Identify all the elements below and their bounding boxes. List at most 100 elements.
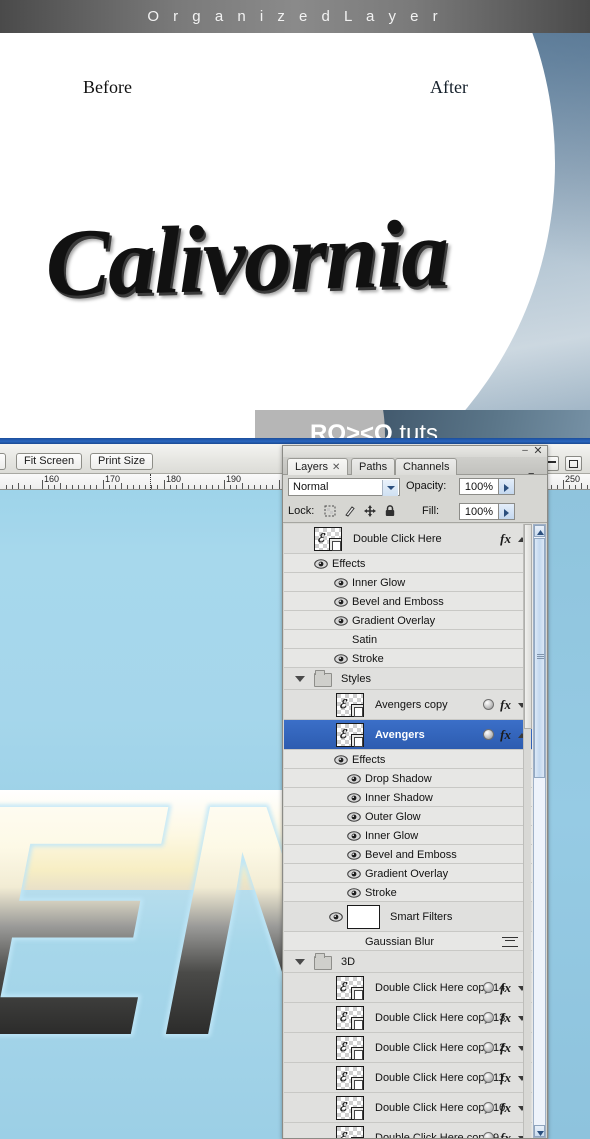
fx-icon[interactable]: fx [500, 1010, 511, 1026]
eye-icon[interactable] [347, 773, 363, 786]
table-row[interactable]: Drop Shadow [284, 769, 532, 788]
table-row[interactable]: Bevel and Emboss [284, 845, 532, 864]
layer-group-row[interactable]: Styles [284, 668, 532, 690]
layer-thumbnail[interactable]: ℰ [336, 1036, 364, 1060]
style-sphere-icon[interactable] [483, 1042, 494, 1053]
layer-thumbnail[interactable]: ℰ [336, 1126, 364, 1138]
chevron-down-icon[interactable] [382, 480, 398, 496]
canvas-right-strip [548, 490, 590, 1139]
scroll-up-button[interactable] [534, 525, 545, 537]
fx-icon[interactable]: fx [500, 1070, 511, 1086]
eye-icon[interactable] [329, 912, 345, 924]
table-row[interactable]: ℰ Double Click Here copy 12 fx [284, 1033, 532, 1063]
move-lock-icon[interactable] [363, 504, 377, 518]
smart-filter-mask-thumbnail[interactable] [347, 905, 380, 929]
eye-icon[interactable] [334, 615, 350, 628]
fill-input[interactable]: 100% [459, 503, 499, 520]
eye-icon[interactable] [347, 792, 363, 805]
fx-icon[interactable]: fx [500, 727, 511, 743]
table-row[interactable]: ℰ Double Click Here fx [284, 524, 532, 554]
scroll-down-button[interactable] [534, 1125, 545, 1137]
layer-thumbnail[interactable]: ℰ [336, 723, 364, 747]
panel-close-icon[interactable]: ✕ [533, 446, 543, 457]
layer-list-inner-scroll-thumb[interactable] [524, 524, 532, 729]
eye-icon[interactable] [334, 653, 350, 666]
fx-icon[interactable]: fx [500, 1040, 511, 1056]
fit-screen-button[interactable]: Fit Screen [16, 453, 83, 470]
opacity-input[interactable]: 100% [459, 478, 499, 495]
fx-icon[interactable]: fx [500, 1130, 511, 1138]
table-row[interactable]: Inner Glow [284, 826, 532, 845]
layer-thumbnail[interactable]: ℰ [336, 693, 364, 717]
layer-list-inner-scroll-track[interactable] [523, 524, 532, 1138]
eye-icon[interactable] [347, 868, 363, 881]
layer-thumbnail[interactable]: ℰ [336, 1006, 364, 1030]
panel-minimize-icon[interactable]: – [520, 446, 530, 456]
style-sphere-icon[interactable] [483, 729, 494, 740]
table-row[interactable]: ℰ Double Click Here copy 13 fx [284, 1003, 532, 1033]
filter-settings-icon[interactable] [502, 936, 518, 947]
style-sphere-icon[interactable] [483, 1102, 494, 1113]
tab-layers-close-icon[interactable]: ✕ [332, 462, 340, 473]
all-lock-icon[interactable] [383, 504, 397, 518]
style-sphere-icon[interactable] [483, 1012, 494, 1023]
print-size-button[interactable]: Print Size [90, 453, 154, 470]
table-row[interactable]: Smart Filters [284, 902, 532, 932]
layer-thumbnail[interactable]: ℰ [336, 1066, 364, 1090]
app-restore-button[interactable] [565, 456, 582, 471]
table-row[interactable]: Gaussian Blur [284, 932, 532, 951]
layers-scrollbar[interactable] [533, 524, 546, 1138]
style-sphere-icon[interactable] [483, 1072, 494, 1083]
table-row[interactable]: Satin [284, 630, 532, 649]
table-row[interactable]: Inner Glow [284, 573, 532, 592]
eye-icon[interactable] [334, 754, 350, 767]
table-row[interactable]: Gradient Overlay [284, 611, 532, 630]
style-sphere-icon[interactable] [483, 1132, 494, 1138]
fx-icon[interactable]: fx [500, 980, 511, 996]
layer-group-row[interactable]: 3D [284, 951, 532, 973]
transparency-lock-icon[interactable] [323, 504, 337, 518]
eye-icon[interactable] [347, 811, 363, 824]
style-sphere-icon[interactable] [483, 699, 494, 710]
table-row[interactable]: Outer Glow [284, 807, 532, 826]
eye-icon[interactable] [334, 596, 350, 609]
table-row[interactable]: Bevel and Emboss [284, 592, 532, 611]
table-row[interactable]: ℰ Avengers copy fx [284, 690, 532, 720]
layer-list[interactable]: ℰ Double Click Here fx Effects Inner Glow Bev… [284, 524, 546, 1138]
fx-icon[interactable]: fx [500, 1100, 511, 1116]
group-expand-triangle-icon[interactable] [295, 676, 305, 682]
layer-thumbnail[interactable]: ℰ [336, 1096, 364, 1120]
table-row[interactable]: ℰ Double Click Here copy 10 fx [284, 1093, 532, 1123]
actual-pixels-button[interactable] [0, 453, 6, 470]
table-row[interactable]: ℰ Avengers fx [284, 720, 532, 750]
opacity-slider-arrow-icon[interactable] [499, 478, 515, 495]
eye-icon[interactable] [347, 887, 363, 900]
table-row[interactable]: Inner Shadow [284, 788, 532, 807]
table-row[interactable]: Stroke [284, 649, 532, 668]
table-row[interactable]: ℰ Double Click Here copy 14 fx [284, 973, 532, 1003]
eye-icon[interactable] [347, 830, 363, 843]
fx-icon[interactable]: fx [500, 531, 511, 547]
tab-layers[interactable]: Layers ✕ [287, 458, 349, 475]
tab-paths[interactable]: Paths [351, 458, 396, 475]
fill-slider-arrow-icon[interactable] [499, 503, 515, 520]
eye-icon[interactable] [314, 558, 330, 571]
table-row[interactable]: Gradient Overlay [284, 864, 532, 883]
fx-icon[interactable]: fx [500, 697, 511, 713]
table-row[interactable]: ℰ Double Click Here copy 11 fx [284, 1063, 532, 1093]
table-row[interactable]: Stroke [284, 883, 532, 902]
table-row[interactable]: ℰ Double Click Here copy 9 fx [284, 1123, 532, 1138]
effect-name: Stroke [352, 652, 384, 665]
style-sphere-icon[interactable] [483, 982, 494, 993]
group-expand-triangle-icon[interactable] [295, 959, 305, 965]
table-row[interactable]: Effects [284, 554, 532, 573]
scrollbar-thumb[interactable] [534, 538, 545, 778]
eye-icon[interactable] [334, 577, 350, 590]
blend-mode-select[interactable]: Normal [288, 478, 400, 496]
tab-channels[interactable]: Channels [395, 458, 458, 475]
brush-lock-icon[interactable] [343, 504, 357, 518]
eye-icon[interactable] [347, 849, 363, 862]
layer-thumbnail[interactable]: ℰ [336, 976, 364, 1000]
table-row[interactable]: Effects [284, 750, 532, 769]
layer-thumbnail[interactable]: ℰ [314, 527, 342, 551]
